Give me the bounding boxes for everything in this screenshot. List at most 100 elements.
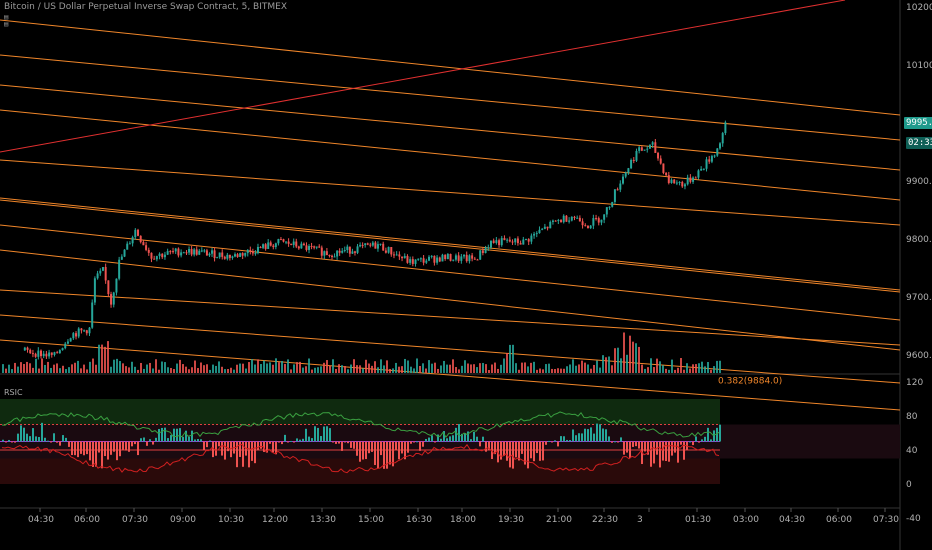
volume-bar — [209, 369, 211, 373]
volume-bar — [431, 363, 433, 373]
rsi-bar — [95, 441, 97, 467]
volume-bar — [383, 365, 385, 373]
candle-body — [297, 246, 300, 249]
rsi-bar — [572, 429, 574, 442]
volume-bar — [452, 359, 454, 373]
rsi-bar — [680, 441, 682, 445]
rsi-bar — [614, 441, 616, 443]
candle-body — [611, 201, 614, 207]
candle-body — [635, 150, 638, 161]
candle-body — [292, 241, 295, 245]
volume-bar — [563, 368, 565, 373]
candle-body — [449, 254, 452, 261]
volume-bar — [662, 365, 664, 373]
volume-bar — [416, 358, 418, 373]
candle-body — [93, 278, 96, 303]
candle-body — [390, 247, 393, 255]
rsi-bar — [287, 441, 289, 443]
rsi-bar — [620, 437, 622, 442]
candle-body — [128, 243, 131, 245]
candle-body — [23, 347, 26, 351]
rsi-bar — [545, 441, 547, 445]
rsi-bar — [179, 428, 181, 442]
rsi-bar — [53, 433, 55, 442]
rsi-bar — [473, 431, 475, 442]
candle-body — [328, 255, 331, 257]
price-tick-label: 9800.0 — [906, 235, 932, 245]
volume-bar — [398, 366, 400, 373]
volume-bar — [32, 367, 34, 373]
volume-bar — [65, 369, 67, 373]
candle-body — [433, 255, 436, 263]
volume-bar — [443, 360, 445, 373]
candle-body — [256, 246, 259, 254]
rsi-bar — [563, 436, 565, 442]
volume-bar — [20, 362, 22, 373]
candle-body — [403, 255, 406, 259]
candle-body — [153, 258, 156, 260]
rsi-bar — [173, 428, 175, 442]
candle-body — [622, 176, 624, 184]
candles — [23, 120, 727, 360]
rsi-bar — [197, 439, 199, 442]
candle-body — [705, 159, 708, 169]
rsi-bar — [101, 441, 103, 469]
rsi-bar — [590, 427, 592, 442]
volume-bar — [707, 362, 709, 373]
volume-bar — [2, 364, 4, 373]
rsi-bar — [158, 428, 160, 442]
volume-bar — [50, 367, 52, 373]
volume-bar — [62, 365, 64, 373]
time-tick-label: 01:30 — [685, 515, 711, 525]
rsi-bar — [530, 441, 532, 459]
volume-bar — [221, 366, 223, 373]
rsi-bar — [377, 441, 379, 469]
rsi-bar — [323, 426, 325, 442]
volume-bar — [311, 369, 313, 373]
candle-body — [689, 177, 692, 182]
candle-body — [487, 247, 490, 249]
volume-bar — [392, 368, 394, 373]
candle-body — [302, 243, 305, 246]
rsi-bar — [503, 441, 505, 456]
candle-body — [172, 251, 175, 253]
volume-bar — [704, 366, 706, 373]
rsi-bar — [557, 441, 559, 447]
rsi-bar — [575, 435, 577, 442]
volume-bar — [230, 367, 232, 373]
candle-body — [724, 122, 727, 134]
volume-bar — [200, 362, 202, 373]
legend-toggle-icon[interactable]: ▤ ▤ — [4, 14, 8, 28]
candle-body — [716, 148, 719, 156]
volume-bar — [251, 359, 253, 373]
volume-bar — [647, 367, 649, 373]
rsi-bar — [533, 441, 535, 462]
rsi-bar — [578, 433, 580, 442]
volume-bar — [182, 364, 184, 373]
candle-body — [438, 257, 441, 262]
candle-body — [221, 252, 224, 257]
candle-body — [395, 254, 398, 256]
rsi-bar — [629, 441, 631, 459]
candle-body — [61, 348, 64, 351]
volume-bar — [473, 364, 475, 373]
volume-bar — [509, 344, 511, 373]
rsi-bar — [347, 441, 349, 444]
volume-bar — [260, 364, 262, 373]
volume-bar — [440, 365, 442, 373]
candle-body — [657, 152, 660, 159]
rsi-tick-label: 40 — [906, 446, 918, 456]
rsi-bar — [506, 441, 508, 461]
candle-body — [142, 242, 145, 246]
candle-body — [495, 240, 498, 243]
rsi-bar — [608, 436, 610, 442]
rsi-bar — [293, 441, 295, 443]
rsi-bar — [689, 441, 691, 443]
rsi-bar — [398, 441, 400, 460]
rsi-tick-label: 0 — [906, 480, 912, 490]
volume-bar — [710, 369, 712, 373]
candle-body — [446, 254, 449, 260]
rsi-bar — [626, 441, 628, 453]
volume-bar — [254, 364, 256, 373]
trading-chart[interactable]: 10200.010100.010000.09900.09800.09700.09… — [0, 0, 932, 550]
